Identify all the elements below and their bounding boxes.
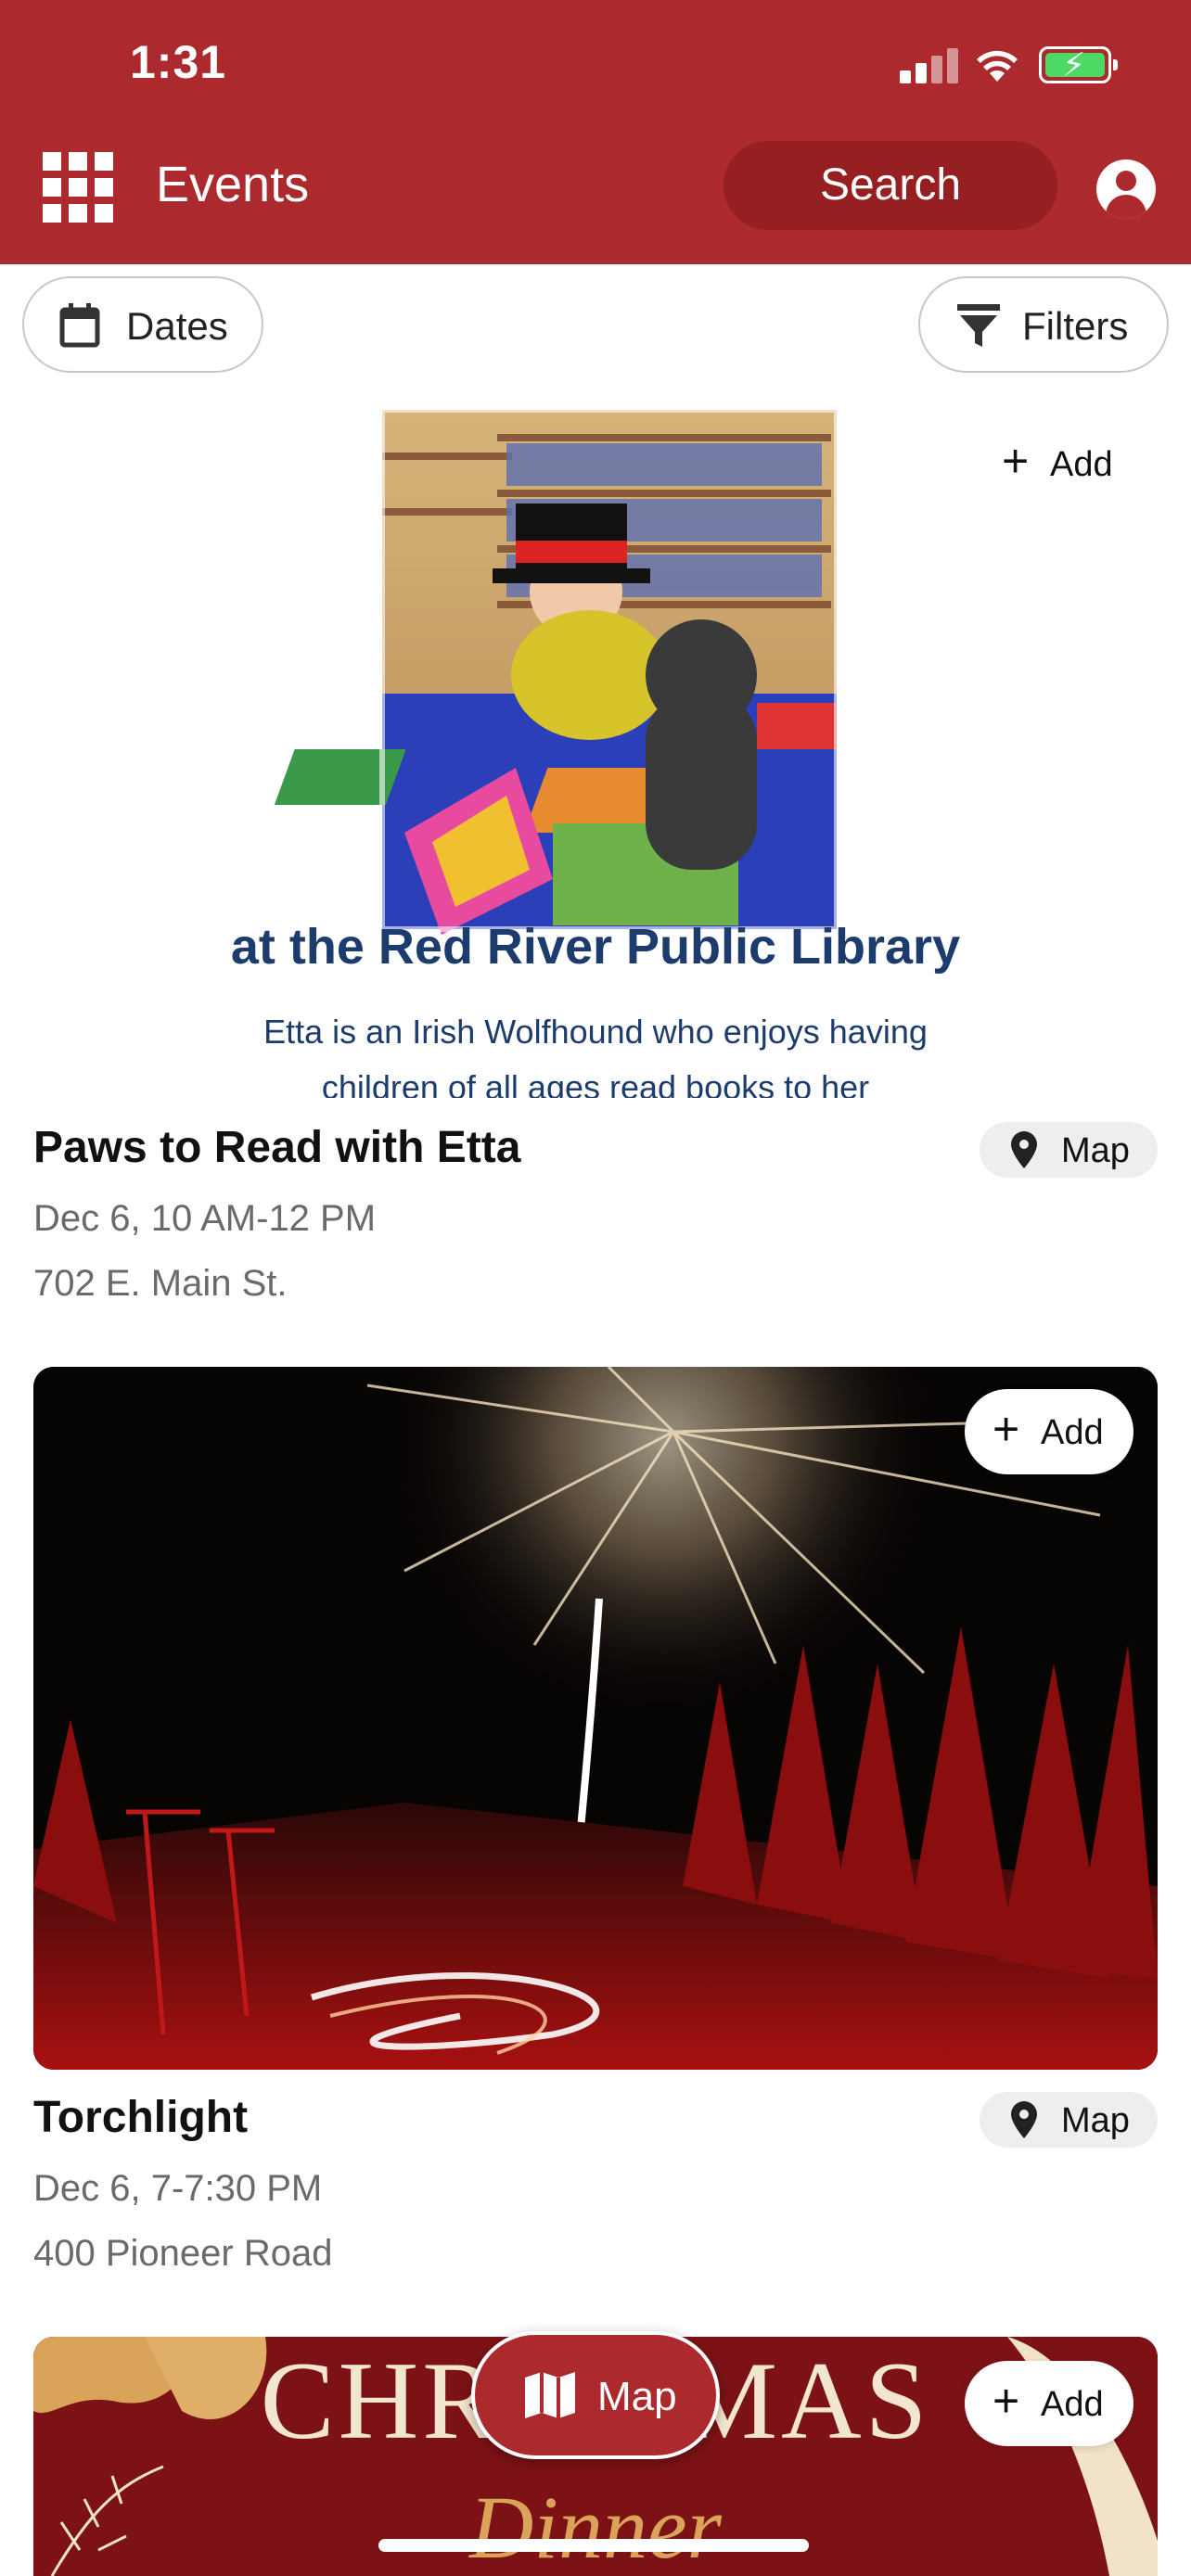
status-bar: 1:31 ⚡ [0, 0, 1191, 130]
plus-icon: + [992, 2375, 1020, 2427]
account-icon[interactable] [1096, 159, 1156, 219]
plus-icon: + [1002, 435, 1030, 487]
status-time: 1:31 [130, 36, 227, 88]
dates-filter-button[interactable]: Dates [22, 276, 263, 373]
add-event-button[interactable]: + Add [965, 2361, 1133, 2446]
plus-icon: + [992, 1403, 1020, 1455]
add-event-button[interactable]: + Add [965, 1389, 1133, 1474]
filter-funnel-icon [957, 304, 1000, 347]
dates-label: Dates [126, 304, 228, 348]
library-dog-photo [274, 407, 839, 935]
map-pin-icon [1011, 1131, 1037, 1168]
page-title: Events [156, 157, 310, 212]
wifi-icon [977, 50, 1018, 82]
image-description-line-1: Etta is an Irish Wolfhound who enjoys ha… [263, 1013, 928, 1051]
event-title[interactable]: Torchlight [33, 2092, 248, 2143]
home-indicator[interactable] [378, 2539, 809, 2552]
filters-label: Filters [1022, 304, 1129, 348]
event-date: Dec 6, 10 AM-12 PM [33, 1198, 377, 1239]
image-caption: at the Red River Public Library [230, 919, 961, 975]
add-event-button[interactable]: + Add [974, 421, 1143, 506]
event-image-paws-to-read[interactable]: at the Red River Public Library Etta is … [33, 397, 1158, 1098]
event-address: 702 E. Main St. [33, 1263, 288, 1304]
event-image-torchlight[interactable]: + Add [33, 1367, 1158, 2070]
event-date: Dec 6, 7-7:30 PM [33, 2168, 323, 2209]
calendar-icon [59, 303, 100, 348]
folded-map-icon [525, 2372, 575, 2418]
app-header: 1:31 ⚡ Events Search [0, 0, 1191, 264]
map-pin-icon [1011, 2101, 1037, 2138]
cellular-signal-icon [900, 48, 959, 83]
event-address: 400 Pioneer Road [33, 2233, 333, 2274]
fireworks-photo [33, 1367, 1158, 2070]
filters-button[interactable]: Filters [918, 276, 1169, 373]
image-description-line-2: children of all ages read books to her [321, 1068, 870, 1098]
event-map-button[interactable]: Map [980, 2092, 1158, 2148]
battery-charging-icon: ⚡ [1039, 45, 1118, 83]
poster-subtitle: Dinner [469, 2478, 722, 2576]
map-view-button[interactable]: Map [471, 2331, 720, 2459]
event-title[interactable]: Paws to Read with Etta [33, 1122, 520, 1173]
apps-grid-icon[interactable] [43, 152, 113, 223]
search-button[interactable]: Search [724, 141, 1057, 230]
event-map-button[interactable]: Map [980, 1122, 1158, 1178]
